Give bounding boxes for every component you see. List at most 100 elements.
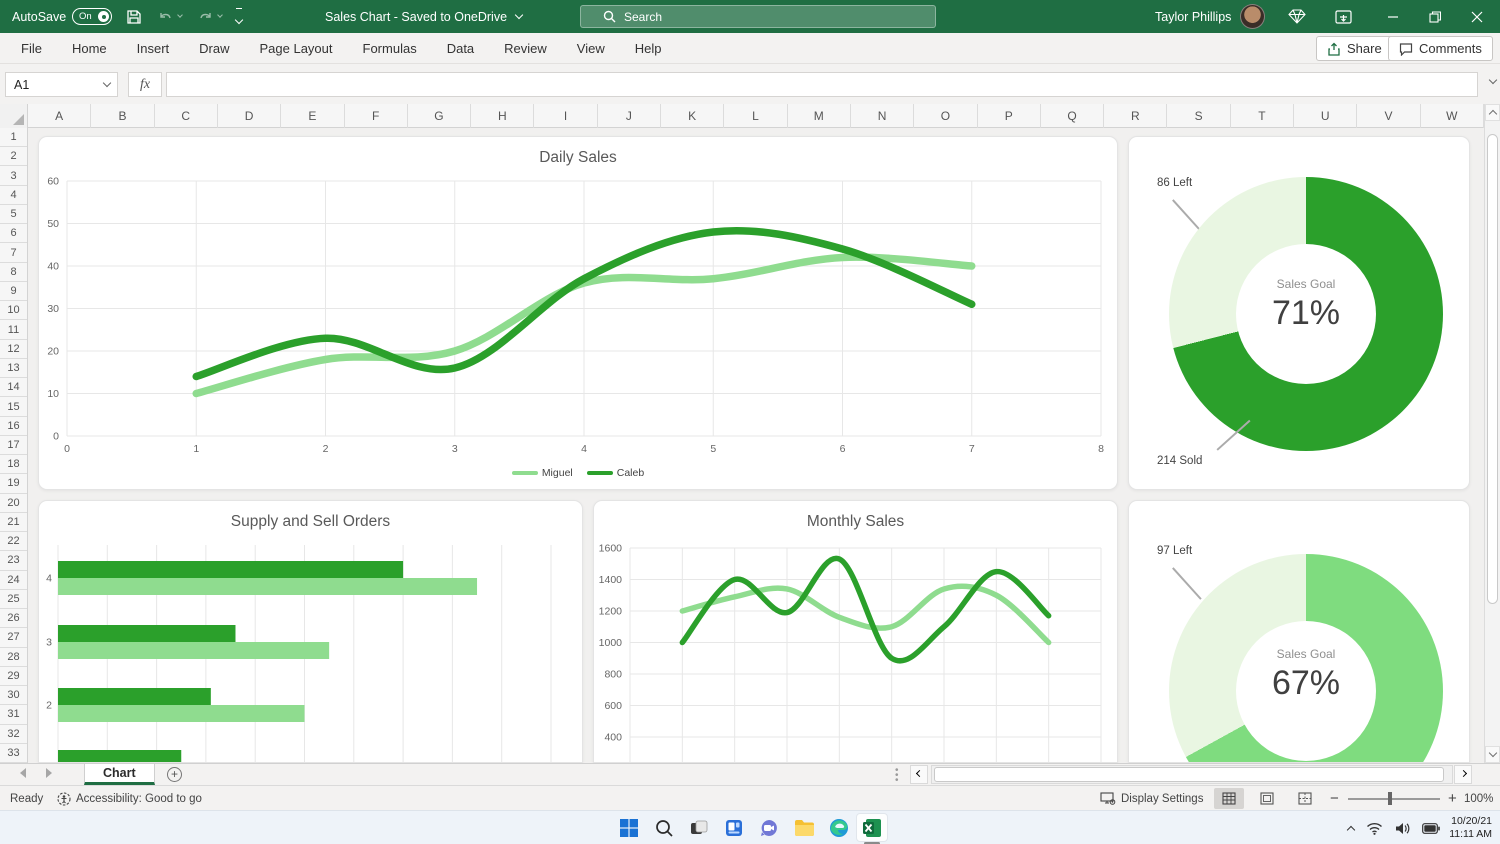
vertical-scrollbar[interactable]	[1484, 104, 1500, 763]
column-header-W[interactable]: W	[1421, 104, 1484, 128]
row-header-15[interactable]: 15	[0, 397, 27, 417]
row-header-19[interactable]: 19	[0, 474, 27, 494]
user-avatar[interactable]	[1240, 0, 1265, 33]
insert-function-button[interactable]: fx	[128, 72, 162, 97]
column-header-L[interactable]: L	[724, 104, 788, 128]
column-header-G[interactable]: G	[408, 104, 472, 128]
zoom-slider-thumb[interactable]	[1388, 792, 1392, 805]
row-header-17[interactable]: 17	[0, 436, 27, 456]
ribbon-tab-page-layout[interactable]: Page Layout	[245, 33, 348, 64]
column-header-R[interactable]: R	[1104, 104, 1168, 128]
quick-access-toolbar-button[interactable]	[234, 0, 244, 33]
select-all-corner[interactable]	[0, 104, 28, 128]
column-header-Q[interactable]: Q	[1041, 104, 1105, 128]
speaker-icon[interactable]	[1395, 822, 1410, 835]
ribbon-tab-review[interactable]: Review	[489, 33, 562, 64]
normal-view-button[interactable]	[1214, 788, 1244, 809]
scroll-up-button[interactable]	[1485, 104, 1500, 121]
close-button[interactable]	[1456, 0, 1498, 33]
ribbon-tab-insert[interactable]: Insert	[122, 33, 185, 64]
column-header-O[interactable]: O	[914, 104, 978, 128]
tray-chevron-up-icon[interactable]	[1346, 825, 1356, 835]
ribbon-tab-draw[interactable]: Draw	[184, 33, 244, 64]
hscroll-left-button[interactable]	[910, 765, 928, 784]
ribbon-tab-view[interactable]: View	[562, 33, 620, 64]
restore-button[interactable]	[1414, 0, 1456, 33]
row-header-7[interactable]: 7	[0, 243, 27, 263]
row-header-12[interactable]: 12	[0, 340, 27, 359]
undo-button[interactable]	[158, 0, 183, 33]
ribbon-tab-home[interactable]: Home	[57, 33, 122, 64]
taskbar-search-button[interactable]	[651, 815, 677, 841]
task-view-button[interactable]	[686, 815, 712, 841]
zoom-in-button[interactable]: +	[1448, 786, 1457, 811]
file-explorer-button[interactable]	[791, 815, 817, 841]
zoom-slider[interactable]	[1348, 798, 1440, 800]
column-header-S[interactable]: S	[1167, 104, 1231, 128]
row-header-22[interactable]: 22	[0, 532, 27, 552]
save-button[interactable]	[126, 0, 142, 33]
status-mode[interactable]: Ready	[10, 786, 43, 811]
column-header-C[interactable]: C	[155, 104, 218, 128]
row-header-33[interactable]: 33	[0, 744, 27, 763]
formula-input[interactable]	[166, 72, 1478, 97]
row-header-1[interactable]: 1	[0, 128, 27, 148]
minimize-button[interactable]	[1372, 0, 1414, 33]
row-header-20[interactable]: 20	[0, 494, 27, 513]
row-header-23[interactable]: 23	[0, 551, 27, 571]
row-header-30[interactable]: 30	[0, 686, 27, 706]
scroll-down-button[interactable]	[1485, 746, 1500, 763]
row-header-25[interactable]: 25	[0, 590, 27, 610]
row-header-28[interactable]: 28	[0, 648, 27, 667]
row-header-32[interactable]: 32	[0, 725, 27, 744]
sheet-tab-chart[interactable]: Chart	[84, 764, 155, 785]
row-header-14[interactable]: 14	[0, 378, 27, 398]
wifi-icon[interactable]	[1366, 822, 1383, 835]
accessibility-status[interactable]: Accessibility: Good to go	[57, 786, 202, 811]
column-header-V[interactable]: V	[1357, 104, 1421, 128]
supply-sell-orders-chart[interactable]: Supply and Sell Orders 4321	[38, 500, 583, 763]
row-header-27[interactable]: 27	[0, 628, 27, 648]
column-header-N[interactable]: N	[851, 104, 915, 128]
page-break-view-button[interactable]	[1290, 788, 1320, 809]
row-header-4[interactable]: 4	[0, 186, 27, 205]
redo-button[interactable]	[198, 0, 223, 33]
ribbon-tab-file[interactable]: File	[6, 33, 57, 64]
row-header-6[interactable]: 6	[0, 224, 27, 244]
column-header-I[interactable]: I	[534, 104, 598, 128]
row-header-18[interactable]: 18	[0, 455, 27, 475]
row-header-2[interactable]: 2	[0, 147, 27, 167]
sales-goal-donut-1[interactable]: 86 Left Sales Goal 71% 214 Sold	[1128, 136, 1470, 490]
display-settings-button[interactable]: Display Settings	[1100, 786, 1203, 811]
row-header-3[interactable]: 3	[0, 166, 27, 186]
tab-splitter-handle[interactable]: • • •	[895, 766, 901, 786]
column-header-M[interactable]: M	[788, 104, 851, 128]
column-header-F[interactable]: F	[345, 104, 408, 128]
share-button[interactable]: Share	[1316, 36, 1393, 61]
start-button[interactable]	[616, 815, 642, 841]
horizontal-scrollbar[interactable]	[931, 765, 1453, 784]
comments-button[interactable]: Comments	[1388, 36, 1493, 61]
battery-icon[interactable]	[1422, 822, 1440, 834]
column-header-E[interactable]: E	[281, 104, 345, 128]
column-header-B[interactable]: B	[91, 104, 155, 128]
search-input[interactable]: Search	[580, 5, 936, 28]
sheet-canvas[interactable]: Daily Sales 0 10 20 30 40 50 60 0 1 2 3 4 5 6 7 8 Migue…	[28, 128, 1484, 763]
horizontal-scroll-thumb[interactable]	[934, 767, 1444, 782]
widgets-button[interactable]	[721, 815, 747, 841]
column-header-A[interactable]: A	[28, 104, 92, 128]
row-header-5[interactable]: 5	[0, 205, 27, 225]
document-title[interactable]: Sales Chart - Saved to OneDrive	[325, 0, 524, 33]
vertical-scroll-thumb[interactable]	[1487, 134, 1498, 604]
row-header-16[interactable]: 16	[0, 417, 27, 436]
page-layout-view-button[interactable]	[1252, 788, 1282, 809]
row-header-11[interactable]: 11	[0, 320, 27, 340]
column-header-T[interactable]: T	[1231, 104, 1295, 128]
ribbon-tab-data[interactable]: Data	[432, 33, 489, 64]
column-header-K[interactable]: K	[661, 104, 725, 128]
formula-bar-expand-chevron[interactable]	[1488, 75, 1498, 85]
row-header-9[interactable]: 9	[0, 282, 27, 302]
row-header-10[interactable]: 10	[0, 301, 27, 321]
row-header-31[interactable]: 31	[0, 705, 27, 725]
chat-button[interactable]	[756, 815, 782, 841]
